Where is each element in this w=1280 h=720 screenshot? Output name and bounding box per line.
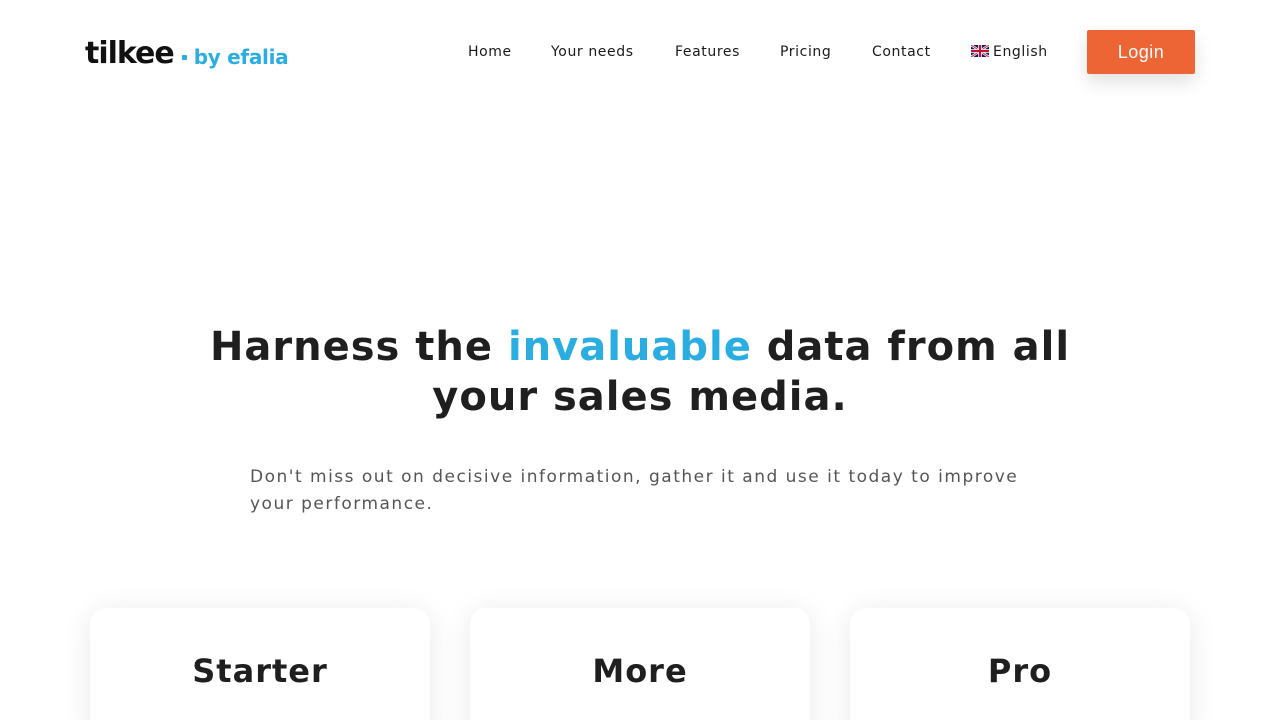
nav-item-pricing[interactable]: Pricing xyxy=(780,42,831,62)
plan-card-pro: Pro xyxy=(850,608,1190,720)
tilkee-logo[interactable]: tilkee by efalia xyxy=(85,34,289,71)
nav-item-your-needs[interactable]: Your needs xyxy=(551,42,634,62)
plan-name: Pro xyxy=(987,652,1053,690)
language-selector[interactable]: English xyxy=(971,42,1048,62)
nav-item-contact[interactable]: Contact xyxy=(872,42,931,62)
plan-card-starter: Starter xyxy=(90,608,430,720)
login-button[interactable]: Login xyxy=(1087,30,1195,74)
nav-item-features[interactable]: Features xyxy=(675,42,740,62)
hero-title-part-2: data from all xyxy=(751,324,1071,370)
language-label: English xyxy=(993,44,1048,60)
logo-by-efalia: by efalia xyxy=(193,45,289,69)
hero-title-accent: invaluable xyxy=(507,324,752,370)
hero-title-line-2: your sales media. xyxy=(432,374,848,420)
logo-wordmark: tilkee xyxy=(85,36,175,71)
nav-item-home[interactable]: Home xyxy=(468,42,512,62)
uk-flag-icon xyxy=(971,45,989,57)
site-header: tilkee by efalia Home Your needs Feature… xyxy=(0,0,1280,104)
hero-title-line-1: Harness the invaluable data from all xyxy=(0,322,1280,372)
plan-name: Starter xyxy=(192,652,328,690)
hero-title: Harness the invaluable data from all you… xyxy=(0,322,1280,422)
plan-card-more: More xyxy=(470,608,810,720)
hero-title-part-1: Harness the xyxy=(209,324,508,370)
logo-separator-dot xyxy=(181,55,187,60)
plan-name: More xyxy=(592,652,688,690)
hero-subtitle: Don't miss out on decisive information, … xyxy=(250,467,1019,514)
